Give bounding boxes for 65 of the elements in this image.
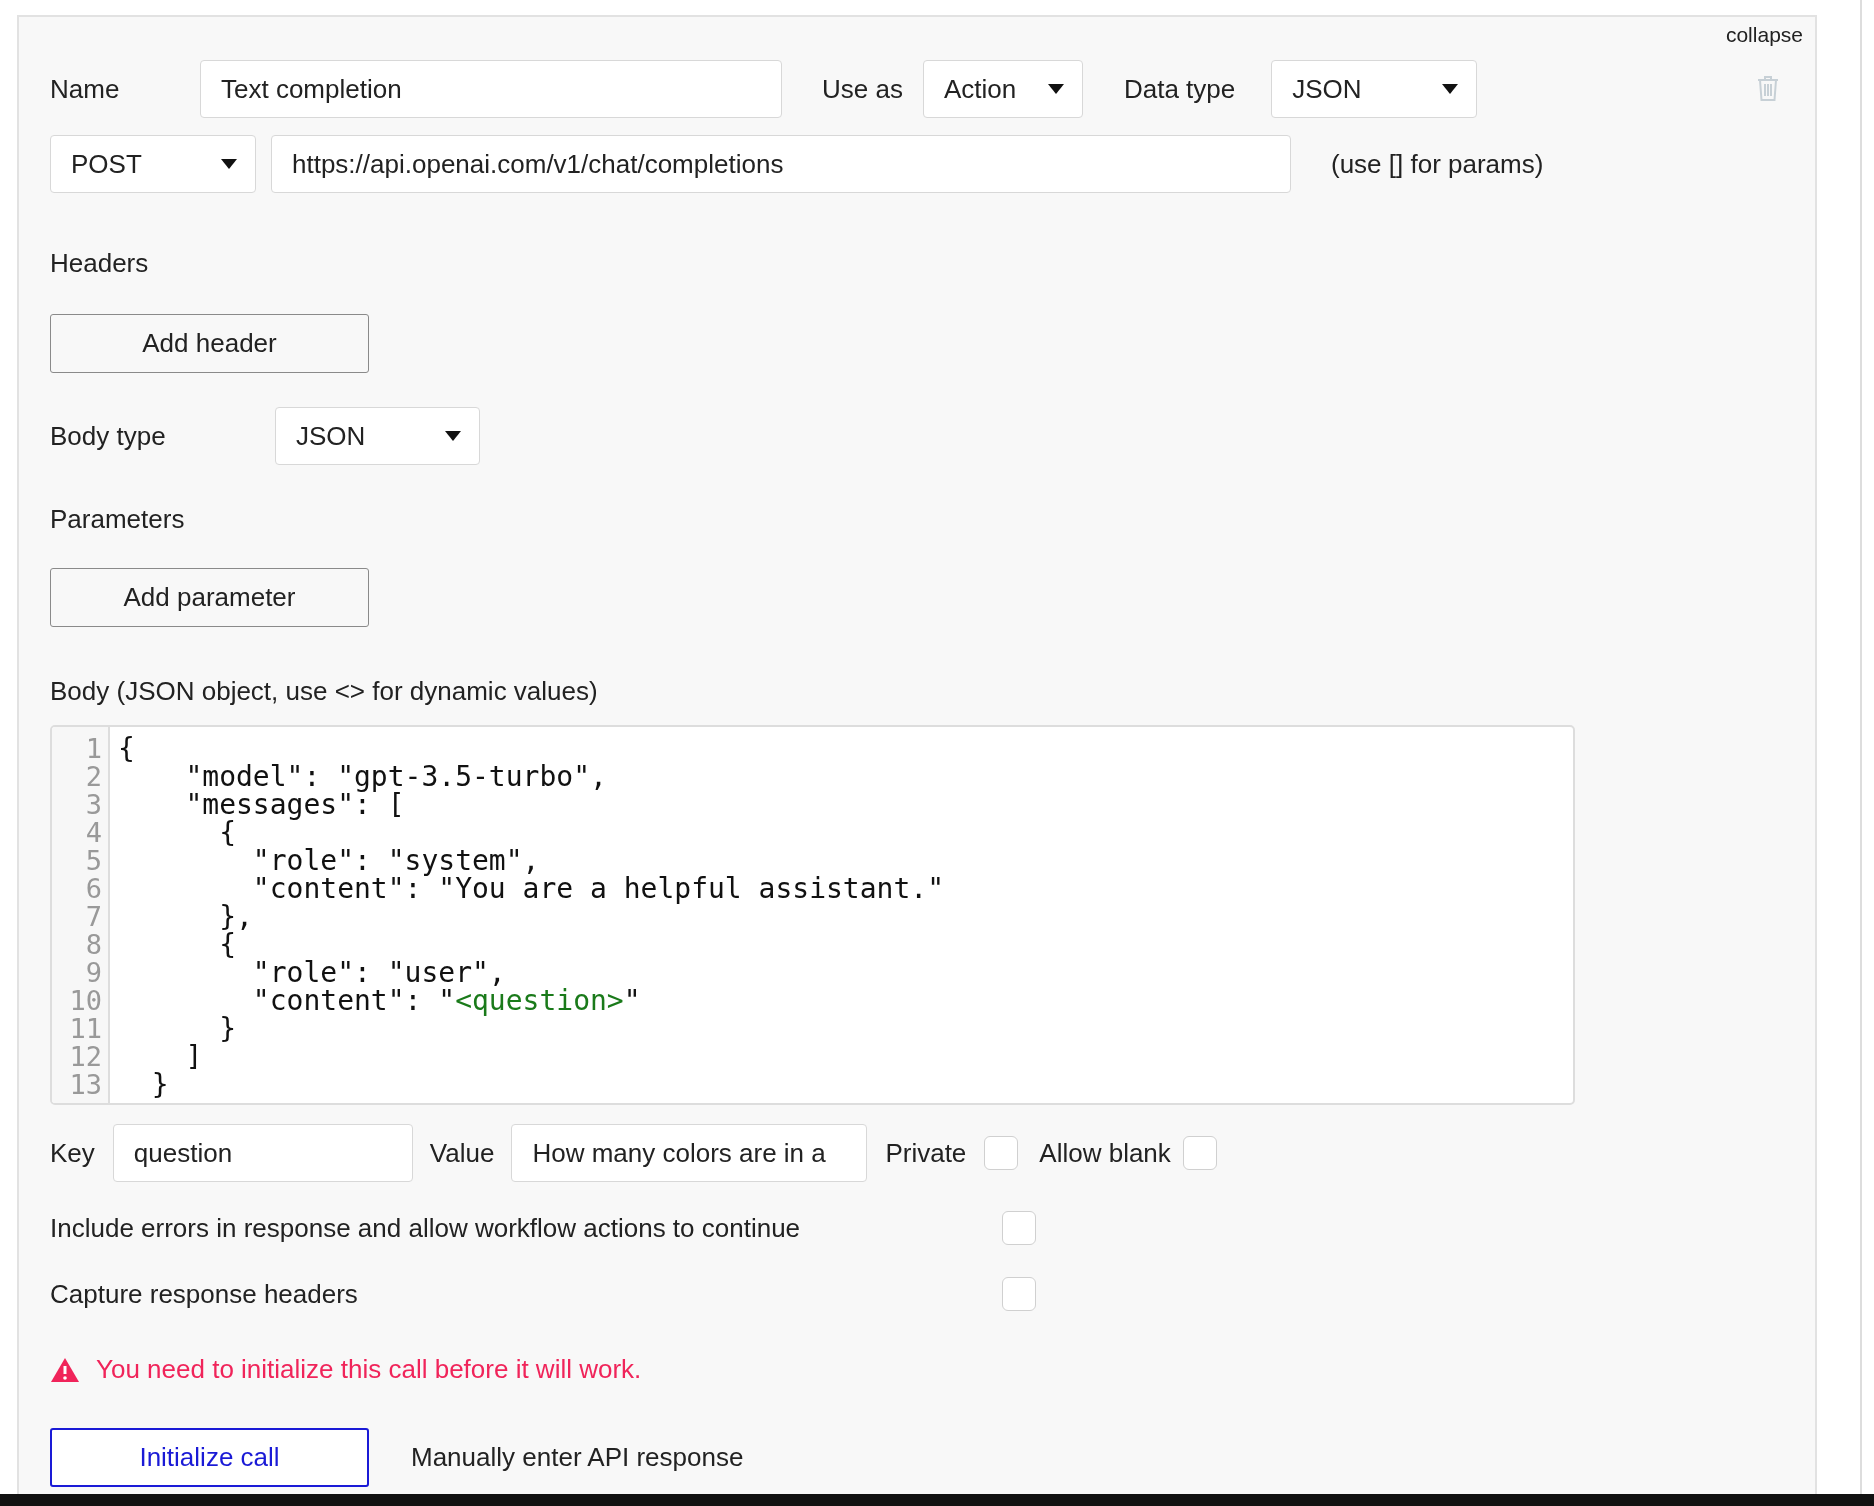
body-type-label: Body type <box>50 420 167 452</box>
key-input[interactable]: question <box>112 1124 413 1182</box>
initialize-call-button[interactable]: Initialize call <box>50 1428 369 1487</box>
value-label: Value <box>429 1137 495 1169</box>
code-line: "role": "user", <box>251 959 506 987</box>
line-number: 12 <box>69 1043 102 1071</box>
data-type-label: Data type <box>1123 73 1236 105</box>
code-line: }, <box>218 903 254 931</box>
code-line: "role": "system", <box>251 847 541 875</box>
line-number: 7 <box>85 903 102 931</box>
name-input[interactable]: Text completion <box>200 60 782 118</box>
code-line: "content": "<question>" <box>251 987 642 1015</box>
use-as-label: Use as <box>822 73 903 105</box>
code-line: } <box>150 1071 170 1099</box>
line-number: 4 <box>85 819 102 847</box>
add-header-button[interactable]: Add header <box>50 314 369 373</box>
add-parameter-button[interactable]: Add parameter <box>50 568 369 627</box>
body-type-select[interactable]: JSON <box>275 407 480 465</box>
code-line: ] <box>184 1043 204 1071</box>
option-label: Include errors in response and allow workflow actions to continue <box>50 1212 802 1244</box>
value-input[interactable]: How many colors are in a <box>511 1124 868 1182</box>
code-line: { <box>118 735 136 763</box>
caret-icon <box>1442 84 1459 94</box>
data-type-select[interactable]: JSON <box>1271 60 1478 118</box>
allow-blank-label: Allow blank <box>1039 1137 1171 1169</box>
code-editor[interactable]: 1 2 3 4 5 6 7 8 9 10 11 12 13 { "model": "gpt-3.5-turbo", "messages": [ { "role": "system", "content": "You are a helpful assistant." }, { "role": "user", "content": "<question>" } ] } <box>50 725 1575 1105</box>
caret-icon <box>445 431 461 441</box>
checkbox[interactable] <box>1002 1277 1036 1311</box>
code-line: { <box>219 819 236 847</box>
manual-response-link[interactable]: Manually enter API response <box>411 1442 744 1473</box>
code-line: "messages": [ <box>184 791 405 819</box>
name-label: Name <box>50 73 121 105</box>
code-line: } <box>218 1015 237 1043</box>
line-number: 8 <box>85 931 102 959</box>
key-label: Key <box>50 1137 95 1169</box>
code-line: "content": "You are a helpful assistant." <box>251 875 944 903</box>
line-number: 6 <box>85 875 102 903</box>
checkbox[interactable] <box>1182 1136 1217 1170</box>
url-input[interactable]: https://api.openai.com/v1/chat/completions <box>271 135 1291 193</box>
checkbox[interactable] <box>984 1136 1019 1170</box>
code-line: "model": "gpt-3.5-turbo", <box>184 763 608 791</box>
warning-message: You need to initialize this call before it will work. <box>96 1354 642 1385</box>
headers-label: Headers <box>50 248 149 279</box>
line-number: 11 <box>69 1015 102 1043</box>
line-number: 3 <box>85 791 102 819</box>
private-label: Private <box>885 1137 967 1169</box>
caret-icon <box>221 159 237 169</box>
line-number: 13 <box>69 1071 102 1099</box>
use-as-select[interactable]: Action <box>922 60 1083 118</box>
parameters-label: Parameters <box>50 504 185 535</box>
caret-icon <box>1047 84 1064 94</box>
code-line: { <box>218 931 236 959</box>
line-number: 5 <box>85 847 102 875</box>
method-select[interactable]: POST <box>50 135 256 193</box>
option-label: Capture response headers <box>50 1278 359 1310</box>
line-number: 2 <box>85 763 102 791</box>
line-number: 10 <box>69 987 102 1015</box>
warning-icon <box>50 1356 80 1383</box>
line-number: 9 <box>85 959 102 987</box>
url-hint: (use [] for params) <box>1331 148 1544 180</box>
checkbox[interactable] <box>1002 1211 1036 1245</box>
trash-icon[interactable] <box>1757 75 1779 102</box>
body-label: Body (JSON object, use <> for dynamic values) <box>50 676 598 707</box>
line-number: 1 <box>85 735 102 763</box>
collapse-link[interactable]: collapse <box>1725 23 1803 47</box>
